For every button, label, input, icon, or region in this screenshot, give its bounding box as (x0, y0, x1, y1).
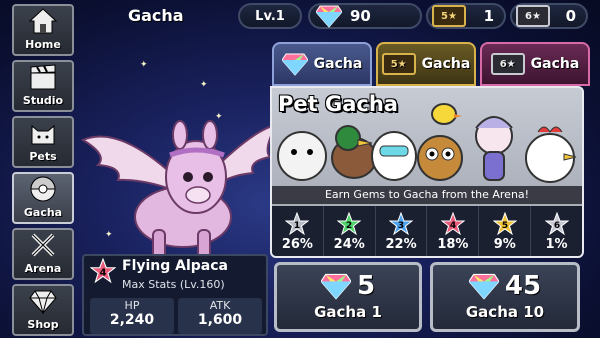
tab-gem-gacha-label: Gacha (313, 56, 363, 72)
gacha-panel: Pet Gacha Earn Gems to Gacha from the Ar… (270, 86, 584, 258)
gem-icon (316, 5, 342, 28)
nav-home[interactable]: Home (12, 4, 74, 56)
silver-ticket-count: 0 (565, 7, 576, 25)
star-rank-icon: 1 (285, 212, 310, 236)
tab-silver-ticket-gacha[interactable]: 6★ Gacha (480, 42, 590, 86)
nav-shop-label: Shop (27, 318, 59, 331)
hp-label: HP (124, 299, 140, 312)
nav-pets[interactable]: Pets (12, 116, 74, 168)
nav-home-label: Home (25, 38, 61, 51)
crossed-swords-icon (31, 233, 55, 257)
rate-item: 3 22% (376, 206, 428, 256)
rate-item: 2 24% (324, 206, 376, 256)
star-rank-number: 4 (450, 221, 456, 231)
nav-gacha-label: Gacha (23, 206, 63, 219)
top-bar: Gacha Lv.1 90 5★ 1 6★ 0 (0, 0, 600, 32)
star-rank-icon: 4 (90, 258, 116, 284)
info-banner: Earn Gems to Gacha from the Arena! (272, 186, 582, 204)
silver-ticket-icon: 6★ (516, 5, 550, 27)
pet-max-stats: Max Stats (Lv.160) (122, 278, 225, 291)
hp-value: 2,240 (109, 312, 155, 328)
gem-counter: 90 (308, 3, 422, 29)
nav-gacha[interactable]: Gacha (12, 172, 74, 224)
atk-label: ATK (209, 299, 231, 312)
flying-alpaca-illustration (80, 120, 278, 261)
side-nav: Home Studio Pets Gacha Arena Shop (12, 4, 74, 338)
nav-arena[interactable]: Arena (12, 228, 74, 280)
rarity-rates: 1 26% 2 24% 3 22% 4 18% 5 9% 6 1% (272, 206, 582, 256)
gold-ticket-count: 1 (483, 7, 494, 25)
rate-percentage: 18% (437, 237, 469, 252)
atk-value: 1,600 (197, 312, 243, 328)
star-rank-icon: 4 (440, 212, 465, 236)
pet-lineup-illustration (277, 103, 577, 183)
star-rank-icon: 3 (389, 212, 414, 236)
star-rank-number: 5 (502, 221, 508, 231)
diamond-icon (29, 290, 57, 315)
gold-ticket-counter: 5★ 1 (426, 3, 506, 29)
star-rank-icon: 2 (337, 212, 362, 236)
tab-silver-ticket-gacha-label: Gacha (530, 56, 580, 72)
star-rank-number: 6 (553, 221, 559, 231)
hp-stat: HP 2,240 (90, 298, 174, 334)
rate-percentage: 22% (385, 237, 417, 252)
gold-ticket-icon: 5★ (432, 5, 466, 27)
gacha-1-cost: 5 (356, 271, 376, 301)
star-rank-icon: 6 (544, 212, 569, 236)
atk-stat: ATK 1,600 (178, 298, 262, 334)
gacha-1-label: Gacha 1 (314, 303, 382, 321)
cat-icon (31, 124, 55, 145)
star-rank-number: 2 (346, 221, 352, 231)
level-badge: Lv.1 (238, 3, 302, 29)
rate-item: 1 26% (272, 206, 324, 256)
gold-ticket-icon: 5★ (381, 53, 416, 75)
star-rank-icon: 5 (492, 212, 517, 236)
rate-item: 4 18% (427, 206, 480, 256)
rate-percentage: 9% (493, 237, 516, 252)
nav-studio[interactable]: Studio (12, 60, 74, 112)
pet-name: Flying Alpaca (122, 258, 228, 274)
silver-ticket-counter: 6★ 0 (510, 3, 588, 29)
pet-info-card: 4 Flying Alpaca Max Stats (Lv.160) HP 2,… (82, 254, 268, 336)
pet-rank-number: 4 (100, 267, 107, 278)
gem-icon (320, 273, 351, 300)
clapperboard-icon (30, 64, 56, 90)
nav-studio-label: Studio (22, 94, 64, 107)
gacha-10-cost: 45 (504, 271, 542, 301)
nav-pets-label: Pets (29, 150, 57, 163)
gacha-10-label: Gacha 10 (465, 303, 545, 321)
gem-count: 90 (350, 7, 371, 25)
tab-gem-gacha[interactable]: Gacha (272, 42, 372, 86)
gacha-10-button[interactable]: 45 Gacha 10 (430, 262, 580, 332)
rate-percentage: 24% (333, 237, 365, 252)
rate-item: 6 1% (531, 206, 582, 256)
gem-icon (468, 273, 499, 300)
home-icon (28, 8, 58, 34)
gacha-1-button[interactable]: 5 Gacha 1 (274, 262, 422, 332)
rate-percentage: 26% (281, 237, 313, 252)
star-rank-number: 3 (398, 221, 404, 231)
rate-item: 5 9% (479, 206, 532, 256)
silver-ticket-icon: 6★ (490, 53, 525, 75)
tab-gold-ticket-gacha-label: Gacha (421, 56, 471, 72)
page-title: Gacha (128, 6, 184, 25)
nav-arena-label: Arena (24, 262, 62, 275)
star-rank-number: 1 (294, 221, 300, 231)
nav-shop[interactable]: Shop (12, 284, 74, 336)
gacha-ball-icon (30, 176, 56, 202)
tab-gold-ticket-gacha[interactable]: 5★ Gacha (376, 42, 476, 86)
gem-icon (281, 53, 308, 76)
rate-percentage: 1% (545, 237, 568, 252)
